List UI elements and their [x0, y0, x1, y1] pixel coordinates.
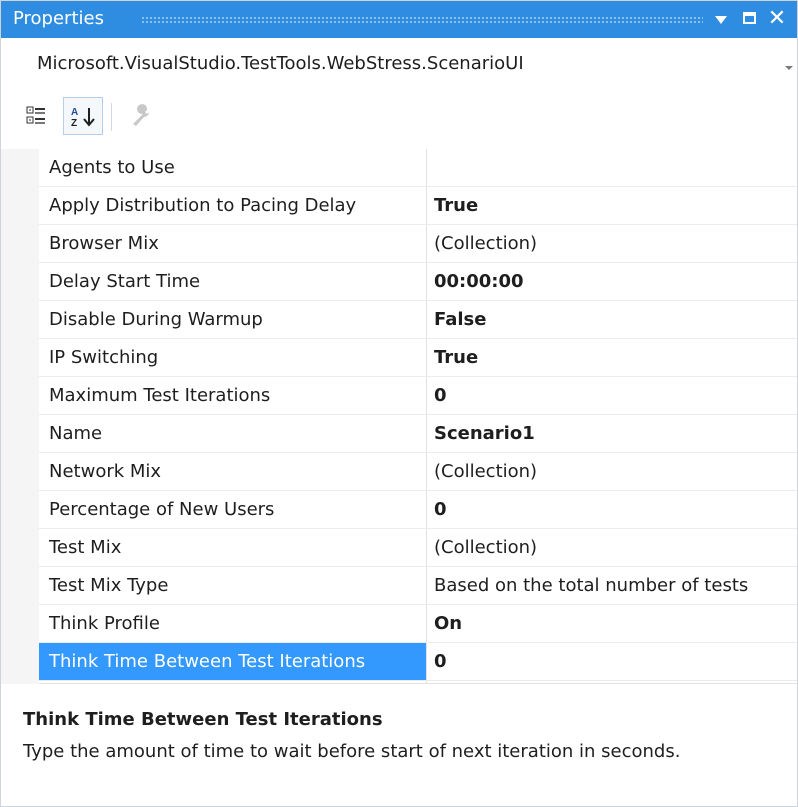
property-grid: Agents to Use Apply Distribution to Paci…	[1, 149, 797, 684]
toolbar: A Z	[1, 91, 797, 147]
property-name: Test Mix	[49, 537, 122, 558]
property-row-percentage-new-users[interactable]: Percentage of New Users 0	[39, 491, 797, 529]
property-name: Name	[49, 423, 103, 444]
dropdown-arrow-icon[interactable]	[709, 7, 733, 31]
property-row-test-mix[interactable]: Test Mix (Collection)	[39, 529, 797, 567]
maximize-icon[interactable]	[737, 7, 761, 31]
object-selector[interactable]: Microsoft.VisualStudio.TestTools.WebStre…	[1, 39, 797, 89]
property-row-delay-start-time[interactable]: Delay Start Time 00:00:00	[39, 263, 797, 301]
property-value[interactable]: 0	[427, 377, 797, 414]
property-row-apply-distribution[interactable]: Apply Distribution to Pacing Delay True	[39, 187, 797, 225]
close-icon[interactable]: ✕	[765, 7, 789, 31]
window-title: Properties	[13, 8, 104, 29]
property-row-think-time[interactable]: Think Time Between Test Iterations 0	[39, 643, 797, 681]
property-value[interactable]	[427, 149, 797, 186]
categorized-button[interactable]	[21, 97, 61, 135]
grid-gutter	[1, 149, 39, 684]
toolbar-separator	[111, 103, 112, 131]
alphabetical-sort-icon: A Z	[71, 107, 95, 129]
svg-text:A: A	[71, 107, 78, 118]
property-row-maximum-test-iterations[interactable]: Maximum Test Iterations 0	[39, 377, 797, 415]
alphabetical-button[interactable]: A Z	[63, 97, 103, 135]
property-pages-button[interactable]	[123, 97, 163, 135]
description-text: Type the amount of time to wait before s…	[23, 741, 681, 762]
property-name: Network Mix	[49, 461, 162, 482]
chevron-down-icon[interactable]	[785, 66, 793, 70]
property-value[interactable]: (Collection)	[427, 529, 797, 566]
property-name: Think Time Between Test Iterations	[39, 643, 426, 680]
property-value[interactable]: True	[427, 187, 797, 224]
title-bar-grip	[141, 16, 703, 23]
property-value[interactable]: (Collection)	[427, 453, 797, 490]
property-name: Percentage of New Users	[49, 499, 275, 520]
property-name: Think Profile	[49, 613, 160, 634]
properties-window: Properties ✕ Microsoft.VisualStudio.Test…	[0, 0, 798, 807]
property-name: Apply Distribution to Pacing Delay	[49, 195, 357, 216]
property-row-ip-switching[interactable]: IP Switching True	[39, 339, 797, 377]
property-value[interactable]: Based on the total number of tests	[427, 567, 797, 604]
property-value[interactable]: False	[427, 301, 797, 338]
property-name: Test Mix Type	[49, 575, 169, 596]
property-row-think-profile[interactable]: Think Profile On	[39, 605, 797, 643]
property-name: Disable During Warmup	[49, 309, 263, 330]
property-name: Agents to Use	[49, 157, 175, 178]
svg-text:Z: Z	[71, 118, 77, 129]
object-selector-value: Microsoft.VisualStudio.TestTools.WebStre…	[37, 53, 524, 74]
property-value[interactable]: 0	[427, 491, 797, 528]
wrench-icon	[133, 104, 149, 126]
property-value[interactable]: On	[427, 605, 797, 642]
property-name: Maximum Test Iterations	[49, 385, 271, 406]
title-bar[interactable]: Properties ✕	[1, 1, 797, 38]
property-value[interactable]: (Collection)	[427, 225, 797, 262]
property-value[interactable]: True	[427, 339, 797, 376]
property-name: Delay Start Time	[49, 271, 201, 292]
property-value[interactable]: Scenario1	[427, 415, 797, 452]
property-row-browser-mix[interactable]: Browser Mix (Collection)	[39, 225, 797, 263]
property-row-test-mix-type[interactable]: Test Mix Type Based on the total number …	[39, 567, 797, 605]
property-row-disable-during-warmup[interactable]: Disable During Warmup False	[39, 301, 797, 339]
property-name: Browser Mix	[49, 233, 159, 254]
description-panel: Think Time Between Test Iterations Type …	[1, 685, 797, 806]
property-row-network-mix[interactable]: Network Mix (Collection)	[39, 453, 797, 491]
property-value[interactable]: 0	[427, 643, 797, 680]
property-row-agents-to-use[interactable]: Agents to Use	[39, 149, 797, 187]
property-row-name[interactable]: Name Scenario1	[39, 415, 797, 453]
categorized-icon	[26, 106, 45, 124]
description-title: Think Time Between Test Iterations	[23, 709, 383, 730]
property-value[interactable]: 00:00:00	[427, 263, 797, 300]
property-name: IP Switching	[49, 347, 159, 368]
